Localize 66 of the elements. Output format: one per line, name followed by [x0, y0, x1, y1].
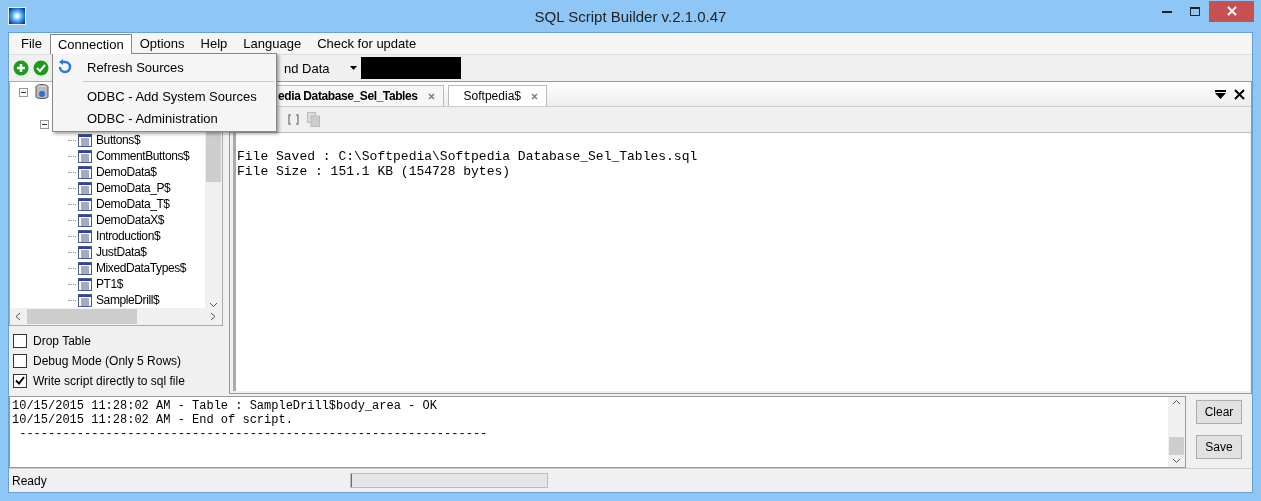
minimize-icon	[1162, 9, 1172, 13]
log-button[interactable]: Clear	[1196, 400, 1242, 424]
add-icon[interactable]	[13, 60, 29, 76]
checkbox-label: Debug Mode (Only 5 Rows)	[33, 353, 182, 368]
tree-item[interactable]: Buttons$	[96, 133, 141, 147]
table-icon	[78, 149, 92, 163]
horizontal-scrollbar[interactable]	[10, 308, 222, 325]
menu-item[interactable]: Options	[131, 33, 193, 54]
table-icon	[78, 245, 92, 259]
tree-item[interactable]: DemoData_P$	[96, 181, 171, 195]
table-icon	[78, 197, 92, 211]
collapse-icon[interactable]	[40, 119, 49, 129]
dropdown-icon[interactable]	[1215, 89, 1226, 99]
editor-line: File Saved : C:\Softpedia\Softpedia Database_Sel_Tables.sql	[237, 149, 699, 164]
log-line: -----------------------------------------------------------------	[18, 427, 489, 441]
tree-item[interactable]: DemoData$	[96, 165, 157, 179]
checkbox[interactable]	[13, 353, 27, 368]
table-icon	[78, 213, 92, 227]
close-button[interactable]	[1209, 0, 1254, 22]
checkbox[interactable]	[13, 333, 27, 348]
close-icon	[1226, 6, 1237, 16]
scrollbar-thumb[interactable]	[1169, 437, 1184, 455]
menu-item[interactable]: Connection	[49, 33, 132, 54]
combo-box[interactable]: nd Data	[281, 58, 357, 78]
tree-item[interactable]: JustData$	[96, 245, 147, 259]
menu-item[interactable]: Check for update	[309, 33, 425, 54]
table-icon	[78, 229, 92, 243]
log-button[interactable]: Save	[1196, 435, 1242, 459]
tree-item[interactable]: MixedDataTypes$	[96, 261, 187, 275]
table-icon	[78, 133, 92, 147]
menu-item[interactable]: Help	[192, 33, 236, 54]
check-icon[interactable]	[33, 60, 49, 76]
menu-item[interactable]: ODBC - Administration	[53, 107, 276, 129]
database-icon	[34, 84, 50, 100]
collapse-icon[interactable]	[19, 87, 28, 97]
checkbox-label: Drop Table	[33, 333, 91, 348]
tree-item[interactable]: CommentButtons$	[96, 149, 190, 163]
tree-item[interactable]: DemoDataX$	[96, 213, 165, 227]
brackets-icon[interactable]	[288, 114, 299, 125]
table-icon	[78, 181, 92, 195]
checkbox[interactable]	[13, 373, 27, 388]
table-icon	[78, 165, 92, 179]
menu-item[interactable]: Refresh Sources	[53, 56, 276, 78]
refresh-icon	[57, 59, 73, 75]
log-line: 10/15/2015 11:28:02 AM - Table : SampleDrill$body_area - OK	[12, 399, 438, 413]
window-title: SQL Script Builder v.2.1.0.47	[534, 7, 727, 25]
tree-item[interactable]: SampleDrill$	[96, 293, 160, 307]
table-icon	[78, 261, 92, 275]
menu-item[interactable]: File	[13, 33, 50, 54]
editor-line: File Size : 151.1 KB (154728 bytes)	[237, 164, 512, 179]
app-icon	[8, 7, 26, 25]
caret-icon	[350, 66, 357, 70]
tree-item[interactable]: Introduction$	[96, 229, 161, 243]
vertical-scrollbar[interactable]	[1168, 397, 1185, 467]
log-line: 10/15/2015 11:28:02 AM - End of script.	[12, 413, 294, 427]
table-icon	[78, 277, 92, 291]
close-icon[interactable]	[1234, 88, 1245, 100]
tree-item[interactable]: PT1$	[96, 277, 124, 291]
scrollbar-thumb[interactable]	[27, 309, 137, 324]
tab[interactable]: Softpedia$	[447, 85, 547, 106]
menu-item[interactable]: Language	[235, 33, 310, 54]
tree-item[interactable]: DemoData_T$	[96, 197, 170, 211]
checkbox-label: Write script directly to sql file	[33, 373, 185, 388]
status-text: Ready	[12, 473, 47, 488]
maximize-icon	[1190, 6, 1200, 16]
table-icon	[78, 293, 92, 307]
